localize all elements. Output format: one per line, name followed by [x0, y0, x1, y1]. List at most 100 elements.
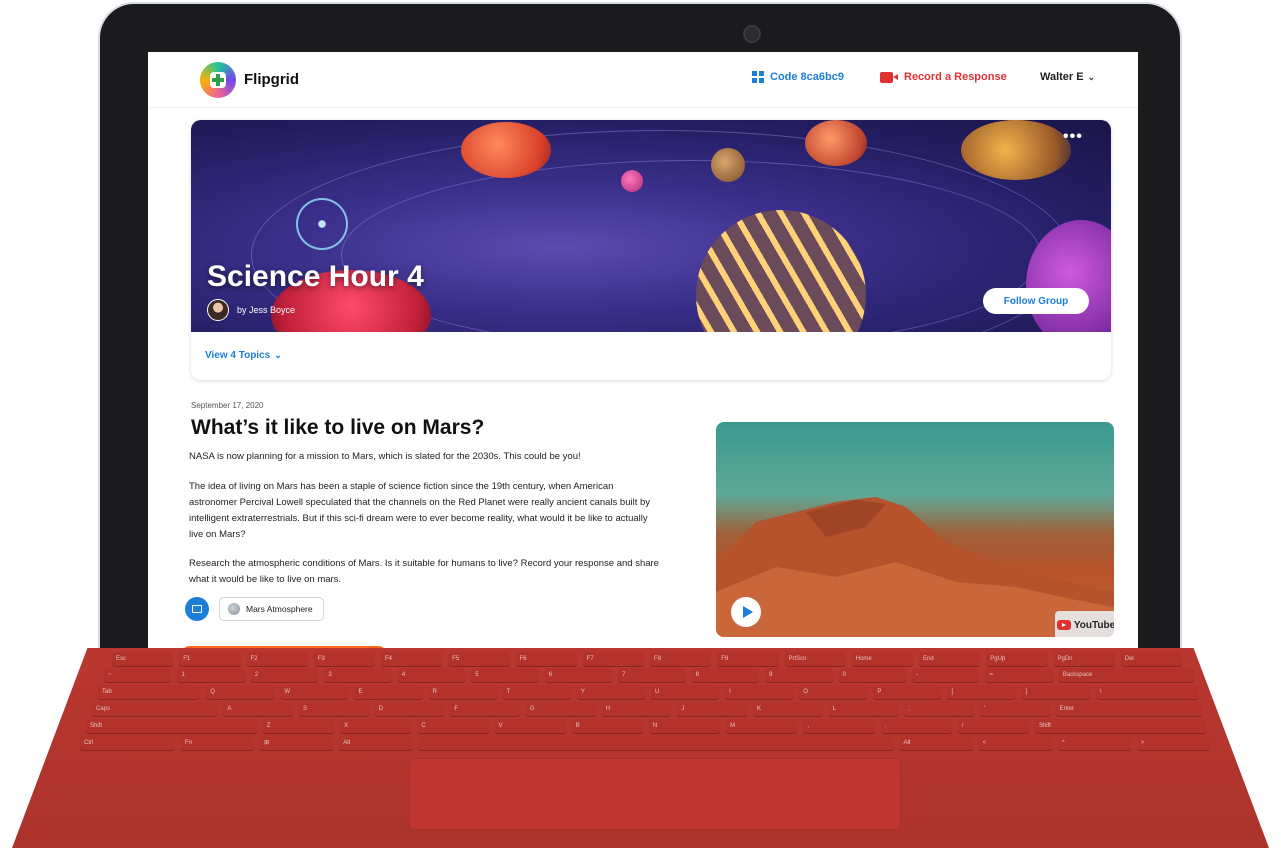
keyboard-key[interactable]: Shift [86, 719, 257, 734]
keyboard-key[interactable]: G [526, 702, 596, 717]
keyboard-key[interactable]: PrtScn [784, 652, 846, 667]
planet-image [805, 120, 867, 166]
keyboard-key[interactable]: Enter [1055, 702, 1202, 717]
avatar [207, 299, 229, 321]
keyboard-key[interactable]: 0 [838, 668, 906, 683]
join-code-label: Code 8ca6bc9 [770, 71, 844, 83]
flipgrid-logo[interactable] [200, 62, 236, 98]
keyboard-key[interactable]: F1 [179, 652, 241, 667]
topic-intro: NASA is now planning for a mission to Ma… [189, 451, 581, 462]
keyboard-key[interactable]: F2 [246, 652, 308, 667]
keyboard-key[interactable]: Alt [339, 736, 413, 751]
keyboard-key[interactable]: \ [1095, 685, 1198, 700]
keyboard-key[interactable]: = [985, 668, 1053, 683]
keyboard-key[interactable]: F9 [717, 652, 779, 667]
keyboard-key[interactable]: / [957, 719, 1029, 734]
keyboard-key[interactable]: Home [851, 652, 913, 667]
keyboard-key[interactable]: O [799, 685, 868, 700]
keyboard-key[interactable]: ~ [104, 668, 172, 683]
plus-icon [210, 72, 226, 88]
keyboard-key[interactable]: F [450, 702, 521, 717]
keyboard-key[interactable]: Esc [112, 652, 174, 667]
keyboard-key[interactable]: P [873, 685, 942, 700]
top-nav: Flipgrid Code 8ca6bc9 Record a Response … [148, 52, 1138, 108]
more-options-icon[interactable]: ••• [1063, 128, 1083, 146]
keyboard-key[interactable]: F3 [313, 652, 375, 667]
keyboard-key[interactable]: 2 [250, 668, 319, 683]
keyboard-key[interactable]: F5 [448, 652, 510, 667]
keyboard-key[interactable]: X [340, 719, 412, 734]
keyboard-key[interactable]: 9 [765, 668, 833, 683]
keyboard-key[interactable]: ; [904, 702, 974, 717]
keyboard-key[interactable]: 7 [618, 668, 686, 683]
keyboard-key[interactable]: ' [979, 702, 1050, 717]
keyboard-key[interactable] [418, 736, 894, 751]
keyboard-key[interactable]: W [280, 685, 349, 700]
topic-title: What’s it like to live on Mars? [191, 416, 485, 439]
keyboard-key[interactable]: Z [262, 719, 335, 734]
play-button[interactable] [731, 597, 761, 627]
keyboard-key[interactable]: T [502, 685, 571, 700]
youtube-badge[interactable]: YouTube [1055, 611, 1114, 637]
keyboard-key[interactable]: S [299, 702, 369, 717]
keyboard-key[interactable]: PgDn [1053, 652, 1115, 667]
keyboard-key[interactable]: PgUp [986, 652, 1048, 667]
view-topics-link[interactable]: View 4 Topics ⌄ [205, 350, 282, 361]
keyboard-key[interactable]: , [803, 719, 875, 734]
keyboard-key[interactable]: B [571, 719, 643, 734]
keyboard-key[interactable]: 8 [691, 668, 760, 683]
keyboard-key[interactable]: R [428, 685, 497, 700]
topic-video[interactable]: YouTube [716, 422, 1114, 637]
keyboard-key[interactable]: K [752, 702, 823, 717]
keyboard-key[interactable]: Y [576, 685, 645, 700]
immersive-reader-button[interactable] [185, 597, 209, 621]
keyboard-key[interactable]: End [919, 652, 981, 667]
keyboard-key[interactable]: N [648, 719, 721, 734]
keyboard-key[interactable]: D [374, 702, 445, 717]
keyboard-key[interactable]: A [223, 702, 294, 717]
keyboard-key[interactable]: 4 [397, 668, 466, 683]
keyboard-key[interactable]: H [601, 702, 672, 717]
resource-chip[interactable]: Mars Atmosphere [219, 597, 324, 621]
keyboard-key[interactable]: ] [1021, 685, 1090, 700]
keyboard-key[interactable]: E [354, 685, 423, 700]
keyboard-key[interactable]: I [725, 685, 794, 700]
keyboard-key[interactable]: 6 [544, 668, 613, 683]
keyboard-key[interactable]: C [417, 719, 489, 734]
keyboard-key[interactable]: 3 [324, 668, 392, 683]
keyboard-key[interactable]: F8 [650, 652, 712, 667]
record-response-label: Record a Response [904, 71, 1007, 83]
keyboard-key[interactable]: [ [947, 685, 1016, 700]
keyboard-key[interactable]: Caps [92, 702, 218, 717]
user-menu[interactable]: Walter E ⌄ [1040, 71, 1095, 83]
join-code-link[interactable]: Code 8ca6bc9 [752, 71, 844, 83]
brand-name[interactable]: Flipgrid [244, 71, 299, 88]
keyboard-key[interactable]: Ctrl [80, 736, 176, 751]
keyboard-key[interactable]: U [650, 685, 720, 700]
keyboard-key[interactable]: F6 [515, 652, 577, 667]
follow-group-button[interactable]: Follow Group [983, 288, 1089, 314]
keyboard-key[interactable]: V [494, 719, 566, 734]
keyboard-key[interactable]: Backspace [1058, 668, 1194, 683]
keyboard-key[interactable]: L [828, 702, 899, 717]
keyboard-key[interactable]: Alt [899, 736, 973, 751]
keyboard-key[interactable]: ⊞ [260, 736, 334, 751]
keyboard-key[interactable]: J [677, 702, 747, 717]
keyboard-key[interactable]: F7 [582, 652, 644, 667]
trackpad[interactable] [409, 758, 901, 830]
keyboard-key[interactable]: - [911, 668, 980, 683]
keyboard-key[interactable]: 5 [471, 668, 539, 683]
keyboard-key[interactable]: Shift [1034, 719, 1206, 734]
keyboard-key[interactable]: F4 [381, 652, 443, 667]
keyboard-key[interactable]: Tab [98, 685, 201, 700]
keyboard-key[interactable]: > [1136, 736, 1210, 751]
keyboard-key[interactable]: < [978, 736, 1052, 751]
keyboard-key[interactable]: Q [206, 685, 275, 700]
keyboard-key[interactable]: . [880, 719, 952, 734]
keyboard-key[interactable]: M [726, 719, 798, 734]
keyboard-key[interactable]: ^ [1057, 736, 1131, 751]
keyboard-key[interactable]: 1 [177, 668, 245, 683]
record-response-button[interactable]: Record a Response [880, 71, 1007, 83]
keyboard-key[interactable]: Del [1120, 652, 1182, 667]
keyboard-key[interactable]: Fn [181, 736, 255, 751]
